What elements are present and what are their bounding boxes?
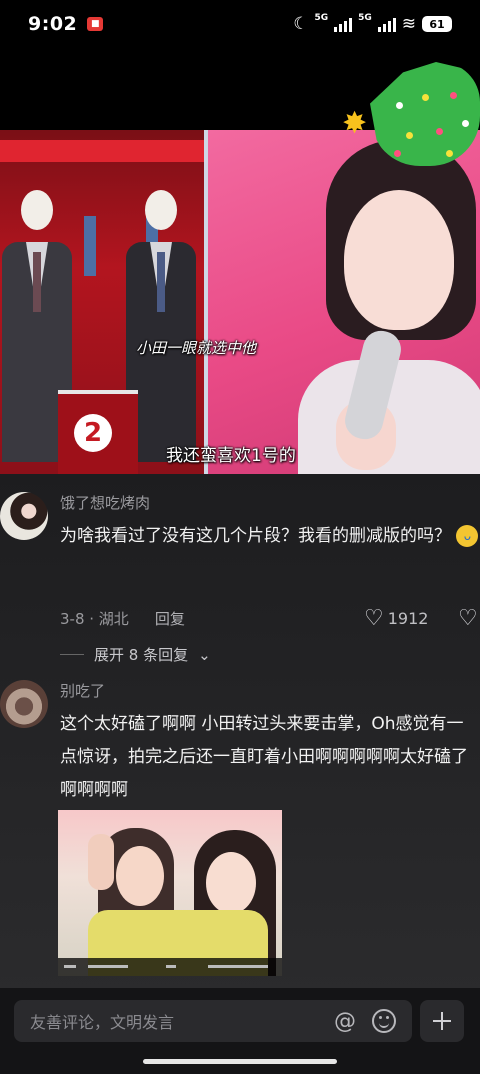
comment-input-placeholder: 友善评论，文明发言 [30, 1013, 175, 1032]
person-face [344, 190, 454, 330]
comment-text-content: 为啥我看过了没有这几个片段？我看的删减版的吗？ [60, 526, 451, 546]
broken-heart-icon: ♡ [458, 606, 478, 631]
expand-replies[interactable]: 展开 8 条回复 ⌄ [60, 644, 211, 665]
status-bar: 9:02 ■ ☾ 5G 5G ≋ 61 [0, 0, 480, 48]
wifi-icon: ≋ [401, 14, 416, 34]
comment-date-location: 3-8 · 湖北 [60, 610, 129, 628]
network-type-2: 5G [358, 13, 372, 23]
reply-button[interactable]: 回复 [155, 608, 185, 629]
number-badge: 2 [74, 414, 112, 452]
status-icons: ☾ 5G 5G ≋ 61 [293, 13, 452, 34]
star-icon: ✸ [342, 106, 368, 141]
screen-record-icon: ■ [87, 17, 104, 31]
home-indicator[interactable] [143, 1059, 337, 1064]
comment-username[interactable]: 饿了想吃烤肉 [60, 492, 150, 513]
signal-icon-1 [334, 16, 353, 32]
decoration-sticker: ✸ [342, 62, 480, 168]
comment-text: 为啥我看过了没有这几个片段？我看的删减版的吗？ ᴗ [60, 520, 480, 553]
like-count: 1912 [387, 609, 429, 628]
expand-replies-label: 展开 8 条回复 [94, 646, 189, 664]
comment-meta: 3-8 · 湖北 回复 [60, 608, 185, 629]
video-subtitle: 我还蛮喜欢1号的 [166, 446, 296, 466]
clock: 9:02 [28, 13, 78, 35]
emoji-icon[interactable] [372, 1009, 396, 1033]
comment-text: 这个太好磕了啊啊 小田转过头来要击掌，Oh感觉有一点惊讶，拍完之后还一直盯着小田… [60, 714, 468, 800]
comment-input[interactable]: 友善评论，文明发言 @ [14, 1000, 412, 1042]
comment-list[interactable]: 饿了想吃烤肉 为啥我看过了没有这几个片段？我看的删减版的吗？ ᴗ 3-8 · 湖… [0, 474, 480, 994]
heart-icon: ♡ [364, 606, 384, 631]
battery-icon: 61 [422, 16, 452, 32]
video-player[interactable]: 2 小田一眼就选中他 我还蛮喜欢1号的 [0, 130, 480, 474]
network-type-1: 5G [314, 13, 329, 23]
comment-username[interactable]: 别吃了 [60, 680, 105, 701]
stage-light-bar [0, 140, 204, 162]
video-right-panel [208, 130, 480, 474]
video-left-panel: 2 [0, 130, 204, 474]
at-mention-icon[interactable]: @ [334, 1009, 356, 1034]
chevron-down-icon: ⌄ [198, 645, 211, 664]
moon-icon: ☾ [293, 14, 309, 34]
avatar[interactable] [0, 492, 48, 540]
video-subtitle-small: 小田一眼就选中他 [136, 339, 257, 357]
crying-emoji-icon: ᴗ [456, 525, 479, 547]
comment-image[interactable] [58, 810, 282, 976]
like-button[interactable]: ♡ 1912 [364, 606, 428, 631]
expand-icon[interactable] [420, 1000, 464, 1042]
raised-hand [88, 834, 114, 890]
hanging-tie [84, 216, 96, 276]
dislike-button[interactable]: ♡ [458, 606, 478, 631]
avatar[interactable] [0, 680, 48, 728]
signal-icon-2 [377, 16, 396, 32]
image-control-bar [58, 958, 282, 976]
